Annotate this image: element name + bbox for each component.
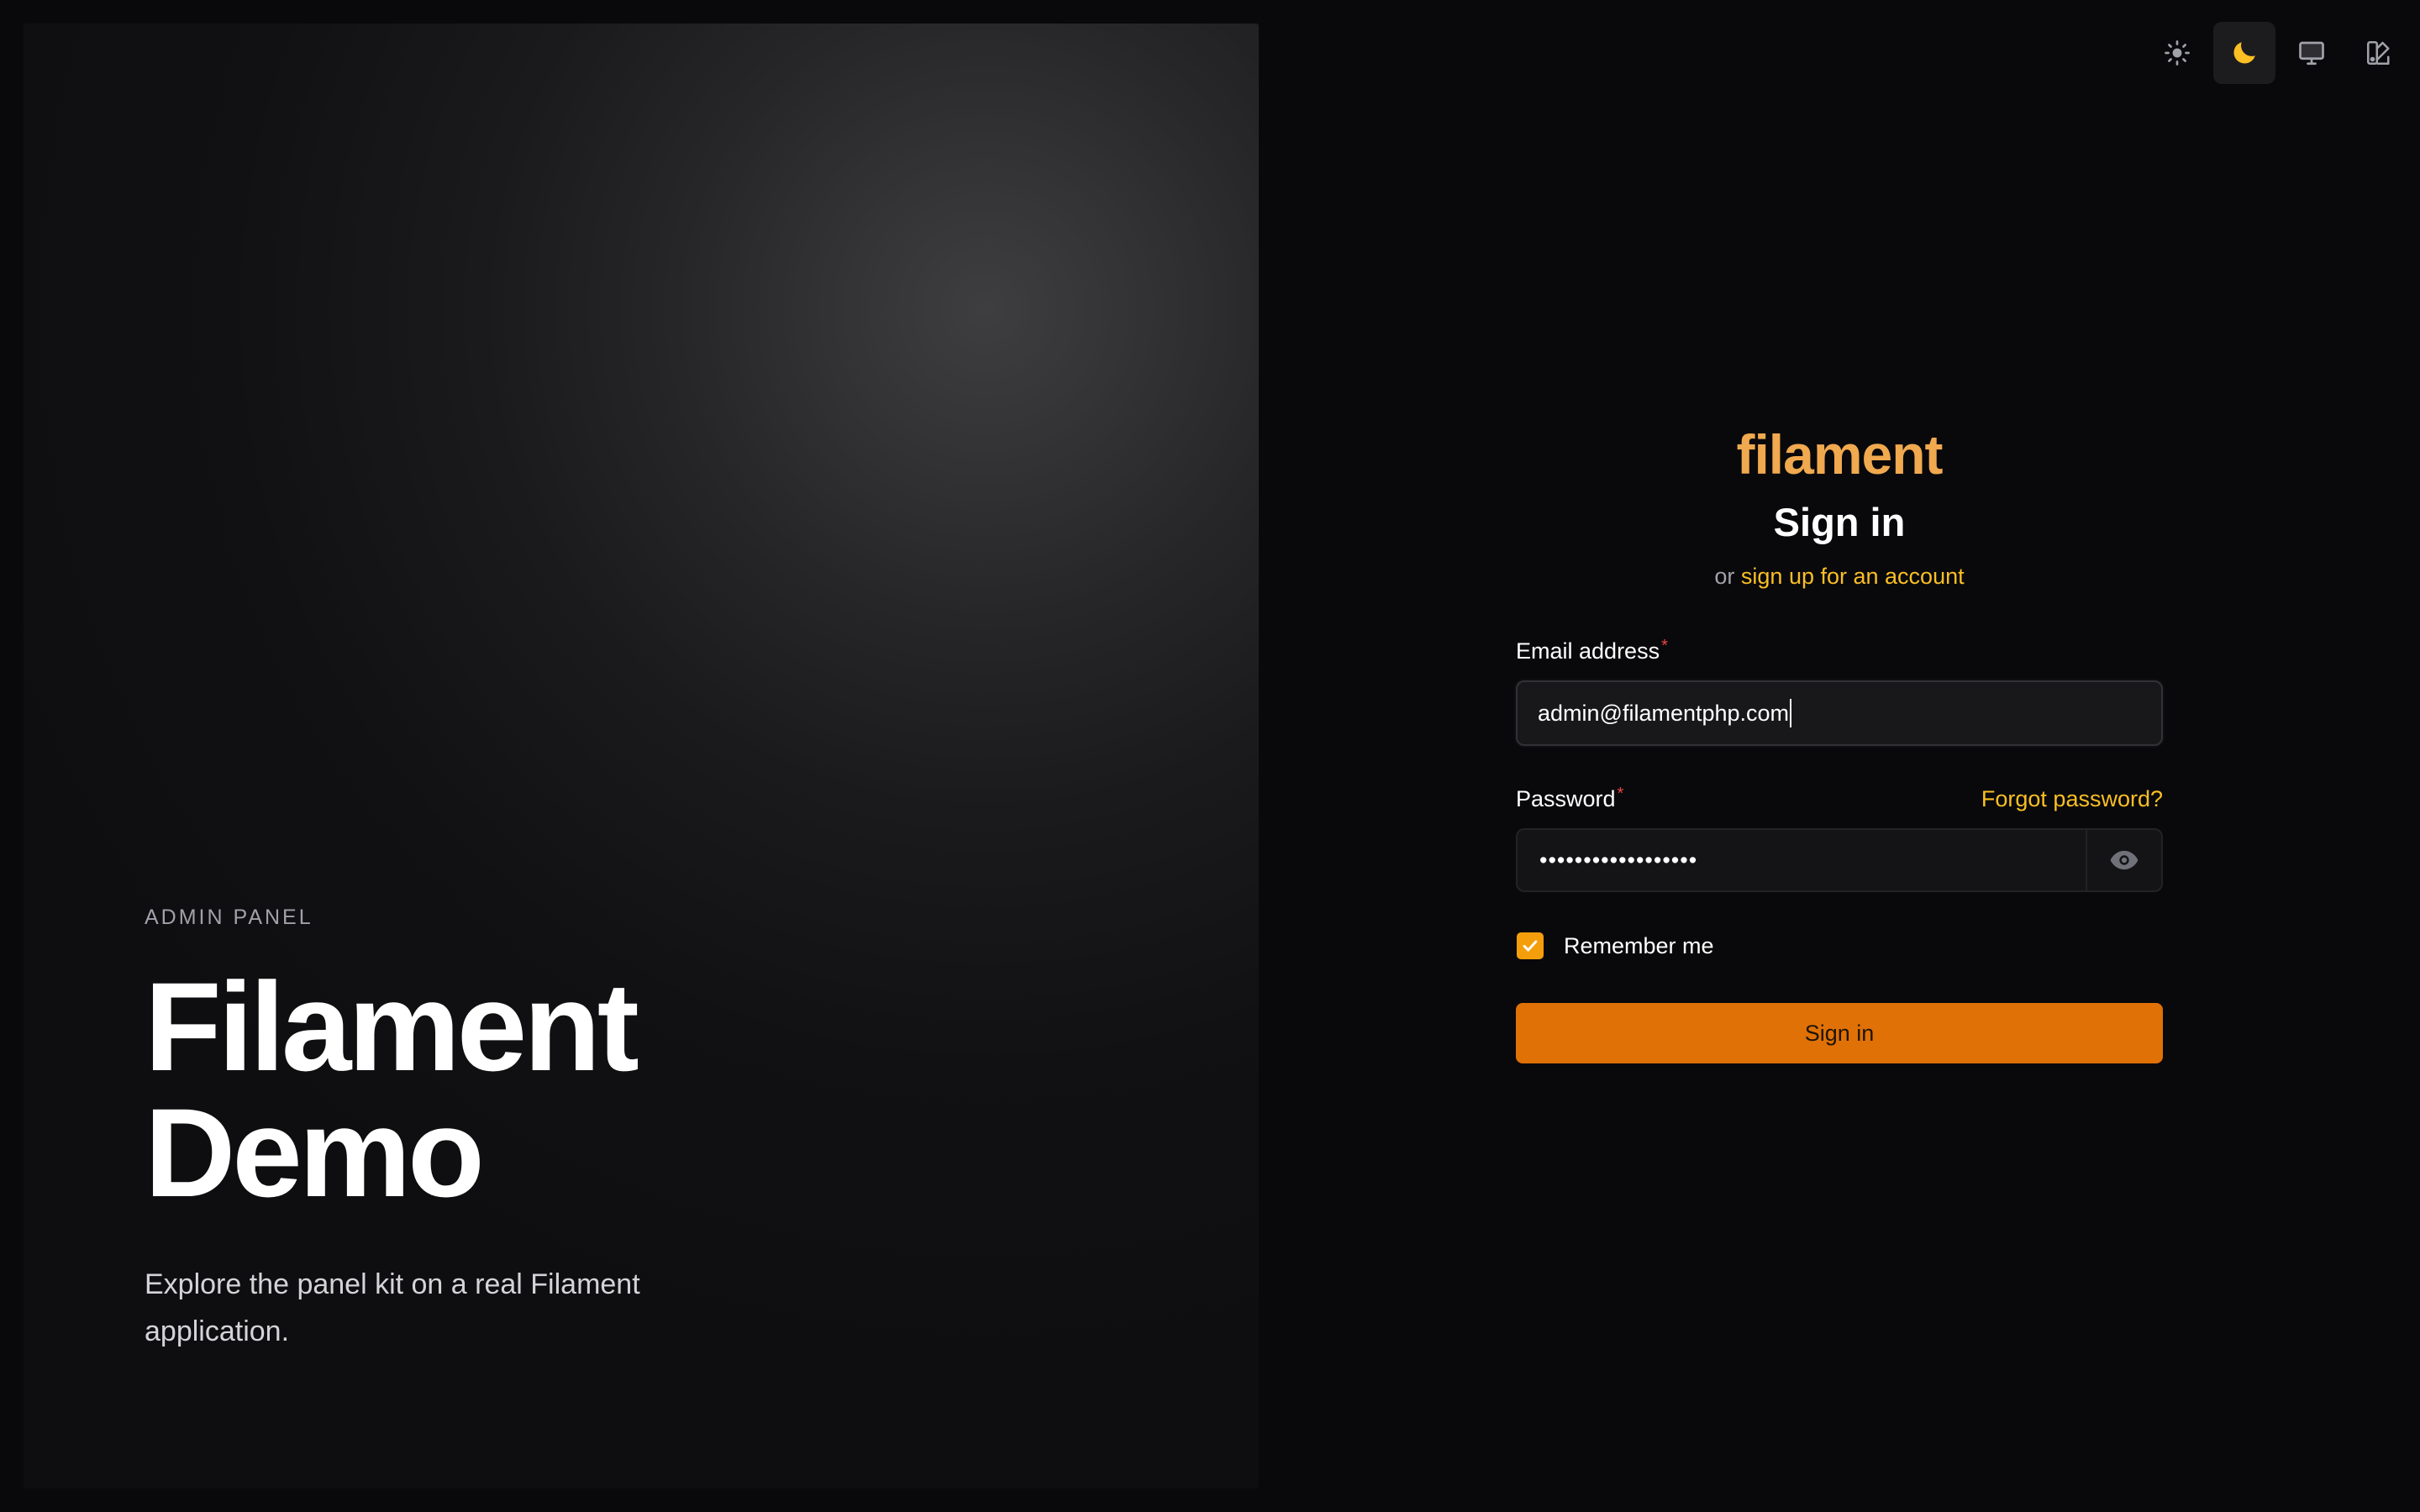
email-label: Email address * bbox=[1516, 637, 1668, 665]
password-label-text: Password bbox=[1516, 786, 1616, 811]
required-marker: * bbox=[1617, 785, 1624, 803]
hero-eyebrow: ADMIN PANEL bbox=[145, 906, 313, 929]
password-input-wrapper: •••••••••••••••••• bbox=[1516, 828, 2163, 892]
hero-panel: ADMIN PANEL Filament Demo Explore the pa… bbox=[24, 24, 1259, 1488]
password-field-group: Password * Forgot password? •••••••••••••… bbox=[1516, 785, 2163, 892]
login-card: filament Sign in or sign up for an accou… bbox=[1516, 423, 2163, 1063]
sun-icon bbox=[2165, 40, 2190, 66]
check-icon bbox=[1523, 940, 1538, 952]
theme-system-button[interactable] bbox=[2281, 22, 2343, 84]
hero-title-line-1: Filament bbox=[145, 956, 639, 1097]
page-title: Sign in bbox=[1773, 500, 1906, 544]
email-input[interactable]: admin@filamentphp.com bbox=[1516, 680, 2163, 746]
remember-me-row: Remember me bbox=[1516, 932, 2163, 959]
password-input[interactable]: •••••••••••••••••• bbox=[1518, 830, 2086, 890]
theme-custom-button[interactable] bbox=[2348, 22, 2410, 84]
signup-prefix: or bbox=[1714, 564, 1735, 589]
hero-title: Filament Demo bbox=[145, 963, 901, 1215]
eye-icon bbox=[2110, 850, 2139, 870]
hero-title-line-2: Demo bbox=[145, 1082, 485, 1223]
moon-icon bbox=[2233, 42, 2255, 64]
show-password-button[interactable] bbox=[2086, 830, 2161, 890]
sign-in-button[interactable]: Sign in bbox=[1516, 1003, 2163, 1063]
password-label: Password * bbox=[1516, 785, 1623, 813]
remember-me-label[interactable]: Remember me bbox=[1564, 933, 1714, 959]
email-value: admin@filamentphp.com bbox=[1538, 700, 1790, 726]
forgot-password-link[interactable]: Forgot password? bbox=[1981, 785, 2163, 813]
palette-icon bbox=[2366, 40, 2390, 66]
hero-description: Explore the panel kit on a real Filament… bbox=[145, 1268, 640, 1347]
password-label-row: Password * Forgot password? bbox=[1516, 785, 2163, 813]
required-marker: * bbox=[1661, 637, 1668, 655]
filament-logo: filament bbox=[1736, 423, 1943, 486]
hero-content: ADMIN PANEL Filament Demo Explore the pa… bbox=[145, 907, 901, 1355]
theme-dark-button[interactable] bbox=[2213, 22, 2275, 84]
email-label-text: Email address bbox=[1516, 638, 1660, 664]
email-field-group: Email address * admin@filamentphp.com bbox=[1516, 637, 2163, 746]
brand: filament bbox=[1516, 423, 2163, 486]
remember-me-checkbox[interactable] bbox=[1517, 932, 1544, 959]
theme-light-button[interactable] bbox=[2146, 22, 2208, 84]
signup-prompt: or sign up for an account bbox=[1516, 561, 2163, 591]
email-label-row: Email address * bbox=[1516, 637, 2163, 665]
signup-link[interactable]: sign up for an account bbox=[1741, 564, 1965, 589]
monitor-icon bbox=[2299, 41, 2324, 66]
text-caret bbox=[1790, 699, 1792, 727]
theme-switcher bbox=[2146, 22, 2410, 84]
